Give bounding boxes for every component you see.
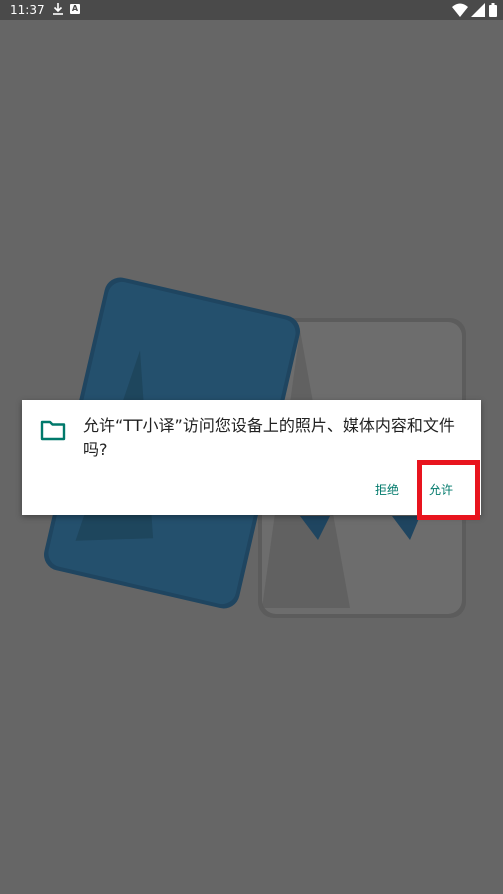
allow-button-highlight xyxy=(417,460,480,520)
signal-icon xyxy=(471,3,485,17)
folder-icon xyxy=(40,420,66,441)
download-icon xyxy=(53,3,63,15)
dialog-message: 允许“TT小译”访问您设备上的照片、媒体内容和文件吗? xyxy=(83,416,455,459)
permission-dialog: 允许“TT小译”访问您设备上的照片、媒体内容和文件吗? 拒绝 允许 xyxy=(22,400,481,515)
battery-icon xyxy=(489,3,497,17)
a-badge-icon: A xyxy=(70,4,80,14)
status-time: 11:37 xyxy=(10,3,45,17)
deny-button[interactable]: 拒绝 xyxy=(375,480,399,500)
status-bar: 11:37 A xyxy=(0,0,503,20)
wifi-icon xyxy=(452,3,468,17)
